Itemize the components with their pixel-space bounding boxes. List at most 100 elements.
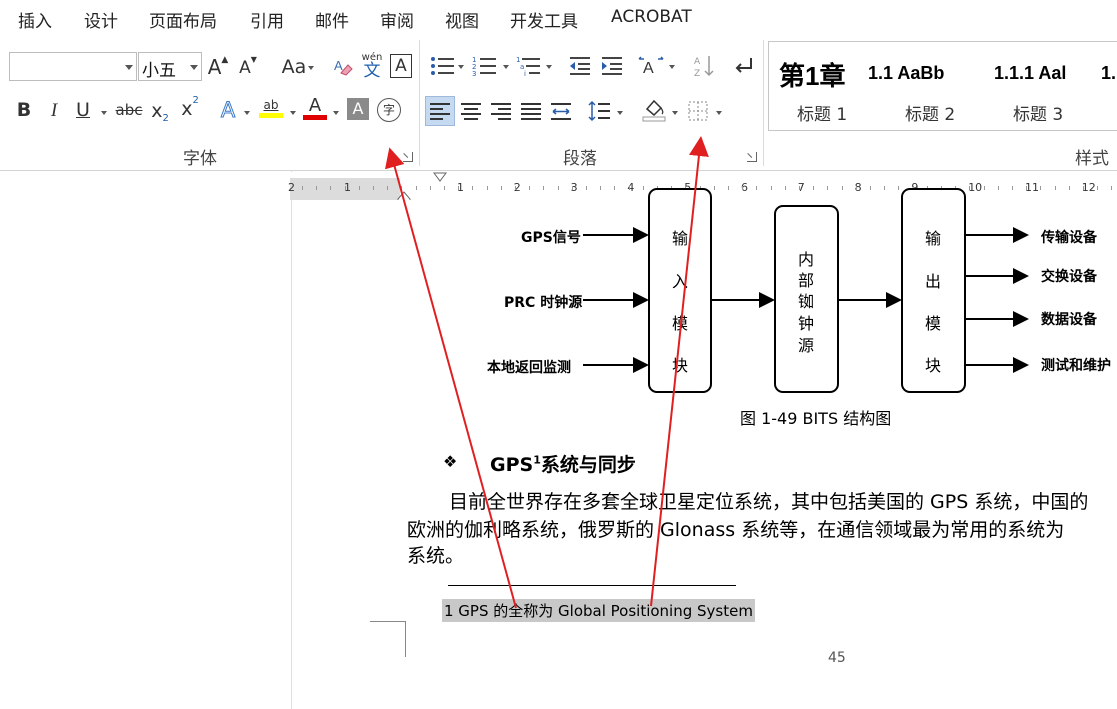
superscript-button[interactable]: x2 bbox=[178, 96, 202, 122]
bullets-button[interactable] bbox=[428, 54, 458, 78]
show-marks-button[interactable] bbox=[730, 54, 756, 78]
chevron-down-icon[interactable] bbox=[458, 65, 464, 69]
diagram-box-char: 模 bbox=[924, 314, 941, 333]
styles-gallery: 第1章 标题 1 1.1 AaBb 标题 2 1.1.1 Aal 标题 3 1. bbox=[768, 41, 1117, 131]
strikethrough-button[interactable]: abc bbox=[114, 98, 144, 122]
ruler-tick bbox=[1040, 186, 1042, 190]
chevron-down-icon[interactable] bbox=[716, 111, 722, 115]
tab-insert[interactable]: 插入 bbox=[18, 7, 52, 32]
diagram-output-label: 传输设备 bbox=[1041, 230, 1097, 246]
character-shading-button[interactable]: A bbox=[347, 98, 369, 120]
align-left-icon bbox=[430, 103, 450, 120]
align-center-button[interactable] bbox=[458, 98, 484, 124]
distributed-button[interactable] bbox=[548, 98, 574, 124]
tab-view[interactable]: 视图 bbox=[445, 7, 479, 32]
align-right-icon bbox=[491, 103, 511, 120]
chevron-down-icon[interactable] bbox=[290, 111, 296, 115]
ruler-tick bbox=[486, 186, 488, 190]
document-page[interactable]: GPS信号 PRC 时钟源 本地返回监测 输 入 模 块 内 部 铷 钟 源 输… bbox=[293, 188, 1117, 709]
chevron-down-icon[interactable] bbox=[546, 65, 552, 69]
tab-developer[interactable]: 开发工具 bbox=[510, 7, 578, 32]
highlight-button[interactable]: ab bbox=[257, 94, 285, 122]
strikethrough-icon: abc bbox=[115, 100, 143, 119]
styles-group-label: 样式 bbox=[1075, 149, 1109, 169]
italic-button[interactable]: I bbox=[42, 98, 66, 122]
multilevel-list-icon: 1ai bbox=[516, 56, 540, 77]
ruler-tick bbox=[728, 186, 729, 190]
distributed-icon bbox=[551, 103, 571, 120]
chevron-down-icon[interactable] bbox=[672, 111, 678, 115]
subscript-button[interactable]: x2 bbox=[148, 98, 172, 124]
highlight-icon: ab bbox=[263, 97, 279, 112]
shading-button[interactable] bbox=[640, 96, 668, 124]
font-group-label: 字体 bbox=[183, 149, 217, 169]
shrink-font-icon: A bbox=[239, 57, 251, 78]
ruler-tick bbox=[515, 186, 516, 190]
chinese-layout-button[interactable]: A bbox=[637, 54, 665, 78]
footnote-text[interactable]: 1 GPS 的全称为 Global Positioning System bbox=[442, 599, 755, 622]
chevron-down-icon[interactable] bbox=[244, 111, 250, 115]
tab-acrobat[interactable]: ACROBAT bbox=[611, 7, 692, 27]
underline-button[interactable]: U bbox=[71, 98, 95, 122]
justify-button[interactable] bbox=[518, 98, 544, 124]
clear-format-button[interactable]: A bbox=[330, 54, 356, 80]
font-dialog-launcher-icon[interactable] bbox=[403, 152, 413, 162]
ruler-tick bbox=[813, 186, 815, 190]
body-line-2: 欧洲的伽利略系统，俄罗斯的 Glonass 系统等，在通信领域最为常用的系统为 bbox=[407, 519, 1065, 541]
chevron-down-icon[interactable] bbox=[190, 65, 198, 70]
tab-review[interactable]: 审阅 bbox=[380, 7, 414, 32]
chevron-down-icon[interactable] bbox=[669, 65, 675, 69]
section-heading: GPS1系统与同步 bbox=[490, 450, 636, 477]
diagram-box-char: 块 bbox=[671, 356, 688, 375]
ruler-tick bbox=[784, 186, 786, 190]
superscript-mark: 2 bbox=[192, 95, 199, 106]
chevron-down-icon[interactable] bbox=[333, 111, 339, 115]
text-effects-button[interactable]: A bbox=[216, 98, 240, 122]
phonetic-guide-button[interactable]: wén 文 bbox=[359, 51, 385, 81]
shrink-font-button[interactable]: A ▼ bbox=[236, 56, 260, 80]
font-size-combo[interactable]: 小五 bbox=[138, 52, 202, 81]
font-color-button[interactable]: A bbox=[302, 94, 328, 122]
tab-mailings[interactable]: 邮件 bbox=[315, 7, 349, 32]
ribbon-tabs: 插入 设计 页面布局 引用 邮件 审阅 视图 开发工具 ACROBAT bbox=[0, 0, 1117, 36]
grow-font-button[interactable]: A ▲ bbox=[206, 54, 230, 80]
character-border-button[interactable]: A bbox=[390, 54, 412, 78]
decrease-indent-button[interactable] bbox=[567, 54, 593, 78]
tab-references[interactable]: 引用 bbox=[250, 7, 284, 32]
diagram-box-char: 块 bbox=[924, 356, 941, 375]
bold-button[interactable]: B bbox=[12, 98, 36, 122]
align-right-button[interactable] bbox=[488, 98, 514, 124]
ruler-tick bbox=[444, 186, 445, 190]
ruler-tick bbox=[1054, 186, 1056, 190]
sort-button[interactable]: AZ bbox=[692, 52, 716, 80]
footnote-separator bbox=[448, 585, 736, 586]
chevron-down-icon[interactable] bbox=[617, 111, 623, 115]
chinese-layout-icon: A bbox=[638, 56, 664, 77]
ribbon: 小五 A ▲ A ▼ Aa A wén 文 A B I U abc x 2 x … bbox=[0, 36, 1117, 171]
tab-design[interactable]: 设计 bbox=[84, 7, 118, 32]
bold-icon: B bbox=[16, 98, 32, 121]
paragraph-dialog-launcher-icon[interactable] bbox=[747, 152, 757, 162]
change-case-button[interactable]: Aa bbox=[274, 54, 314, 80]
numbering-button[interactable]: 123 bbox=[471, 54, 499, 78]
first-line-indent-icon[interactable] bbox=[433, 172, 447, 184]
bullet-list-icon bbox=[431, 57, 454, 75]
italic-icon: I bbox=[50, 99, 58, 121]
chevron-down-icon[interactable] bbox=[503, 65, 509, 69]
multilevel-list-button[interactable]: 1ai bbox=[515, 54, 543, 78]
ruler-tick bbox=[1012, 186, 1013, 190]
chevron-down-icon[interactable] bbox=[101, 111, 107, 115]
style-preview: 1.1.1 Aal bbox=[994, 63, 1067, 83]
heading-footnote-ref[interactable]: 1 bbox=[533, 454, 541, 467]
ruler-tick bbox=[316, 186, 318, 190]
tab-page-layout[interactable]: 页面布局 bbox=[149, 7, 217, 32]
font-name-combo[interactable] bbox=[9, 52, 137, 81]
enclose-characters-button[interactable]: 字 bbox=[377, 98, 401, 122]
increase-indent-button[interactable] bbox=[599, 54, 625, 78]
paragraph-mark-icon bbox=[735, 58, 752, 73]
svg-text:i: i bbox=[524, 70, 526, 77]
align-left-button[interactable] bbox=[425, 96, 455, 126]
line-spacing-button[interactable] bbox=[586, 98, 612, 124]
chevron-down-icon[interactable] bbox=[125, 65, 133, 70]
borders-button[interactable] bbox=[685, 98, 711, 124]
